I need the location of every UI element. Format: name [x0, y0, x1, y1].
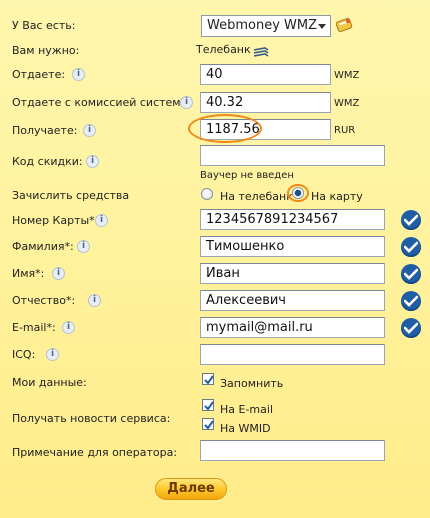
give-unit: WMZ	[334, 70, 360, 81]
email-input[interactable]: mymail@mail.ru	[200, 317, 385, 338]
icq-label: ICQ:	[12, 348, 36, 361]
info-icon[interactable]: i	[46, 348, 59, 361]
name-label: Имя*:	[12, 267, 45, 280]
news-email-checkbox[interactable]	[202, 399, 214, 411]
news-email-label: На E-mail	[220, 403, 273, 416]
email-label: E-mail*:	[12, 321, 56, 334]
receive-unit: RUR	[334, 125, 356, 136]
have-label: У Вас есть:	[12, 19, 76, 32]
valid-check-icon	[401, 264, 421, 284]
info-icon[interactable]: i	[83, 124, 96, 137]
info-icon[interactable]: i	[52, 267, 65, 280]
calculator-icon[interactable]	[335, 16, 354, 33]
bank-logo-icon	[253, 44, 269, 57]
exchange-form: У Вас есть: Webmoney WMZ Вам нужно: Теле…	[0, 0, 430, 518]
valid-check-icon	[401, 210, 421, 230]
chevron-down-icon	[318, 24, 326, 29]
name-input[interactable]: Иван	[200, 263, 385, 284]
radio-card-label: На карту	[311, 190, 363, 203]
next-button[interactable]: Далее	[155, 478, 227, 500]
need-label: Вам нужно:	[12, 44, 80, 57]
give-label: Отдаете:	[12, 68, 66, 81]
news-wmid-label: На WMID	[220, 422, 271, 435]
currency-select-value: Webmoney WMZ	[207, 18, 317, 33]
news-wmid-checkbox[interactable]	[202, 418, 214, 430]
surname-label: Фамилия*:	[12, 240, 74, 253]
discount-code-input[interactable]	[200, 145, 385, 166]
info-icon[interactable]: i	[72, 68, 85, 81]
discount-note: Ваучер не введен	[200, 170, 294, 181]
patronymic-label: Отчество*:	[12, 294, 76, 307]
give-amount-input[interactable]: 40	[200, 64, 331, 85]
credit-label: Зачислить средства	[12, 189, 130, 202]
info-icon[interactable]: i	[77, 240, 90, 253]
radio-telebank-label: На телебанк	[220, 190, 293, 203]
info-icon[interactable]: i	[86, 155, 99, 168]
radio-card-selected[interactable]	[292, 187, 304, 199]
info-icon[interactable]: i	[62, 321, 75, 334]
currency-select[interactable]: Webmoney WMZ	[201, 15, 331, 37]
operator-note-input[interactable]	[200, 440, 385, 461]
give-fee-input[interactable]: 40.32	[200, 92, 331, 113]
info-icon[interactable]: i	[95, 214, 108, 227]
news-label: Получать новости сервиса:	[12, 412, 171, 425]
note-label: Примечание для оператора:	[12, 446, 178, 459]
card-number-input[interactable]: 1234567891234567	[200, 209, 385, 230]
radio-telebank[interactable]	[201, 188, 213, 200]
give-fee-unit: WMZ	[334, 98, 360, 109]
my-data-label: Мои данные:	[12, 376, 87, 389]
need-value: Телебанк	[196, 43, 251, 56]
info-icon[interactable]: i	[180, 96, 193, 109]
card-label: Номер Карты*	[12, 214, 95, 227]
highlight-ellipse	[188, 114, 262, 143]
valid-check-icon	[401, 291, 421, 311]
give-fee-label: Отдаете с комиссией системы:	[12, 96, 193, 109]
discount-label: Код скидки:	[12, 155, 83, 168]
valid-check-icon	[401, 237, 421, 257]
valid-check-icon	[401, 318, 421, 338]
patronymic-input[interactable]: Алексеевич	[200, 290, 385, 311]
remember-checkbox[interactable]	[202, 373, 214, 385]
remember-label: Запомнить	[220, 377, 284, 390]
icq-input[interactable]	[200, 344, 385, 365]
info-icon[interactable]: i	[88, 294, 101, 307]
receive-label: Получаете:	[12, 124, 78, 137]
surname-input[interactable]: Тимошенко	[200, 236, 385, 257]
